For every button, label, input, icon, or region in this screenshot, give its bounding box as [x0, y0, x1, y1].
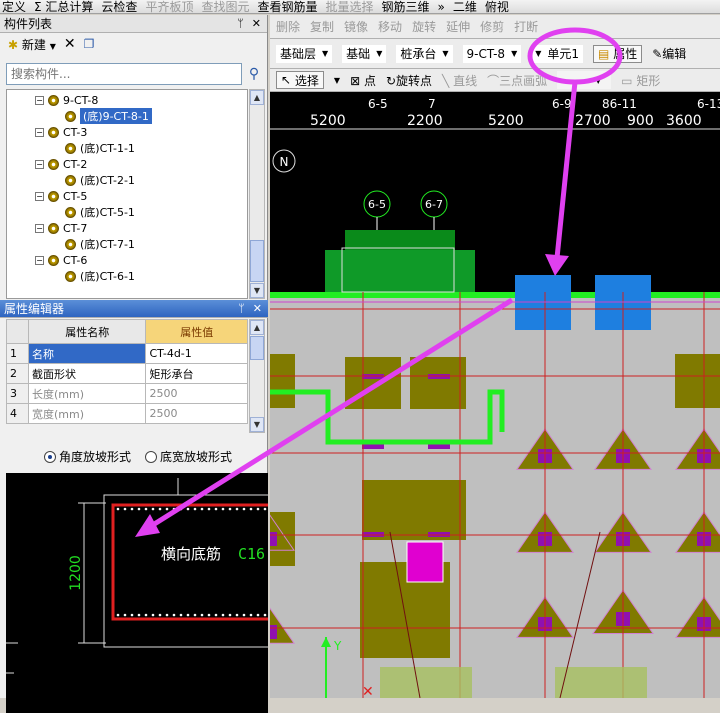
annotation-overlay [135, 27, 623, 537]
annotation-arrow [146, 297, 514, 531]
highlight-ellipse [527, 27, 623, 85]
annotation-arrow [554, 81, 578, 259]
annotation-arrowhead [545, 254, 569, 276]
